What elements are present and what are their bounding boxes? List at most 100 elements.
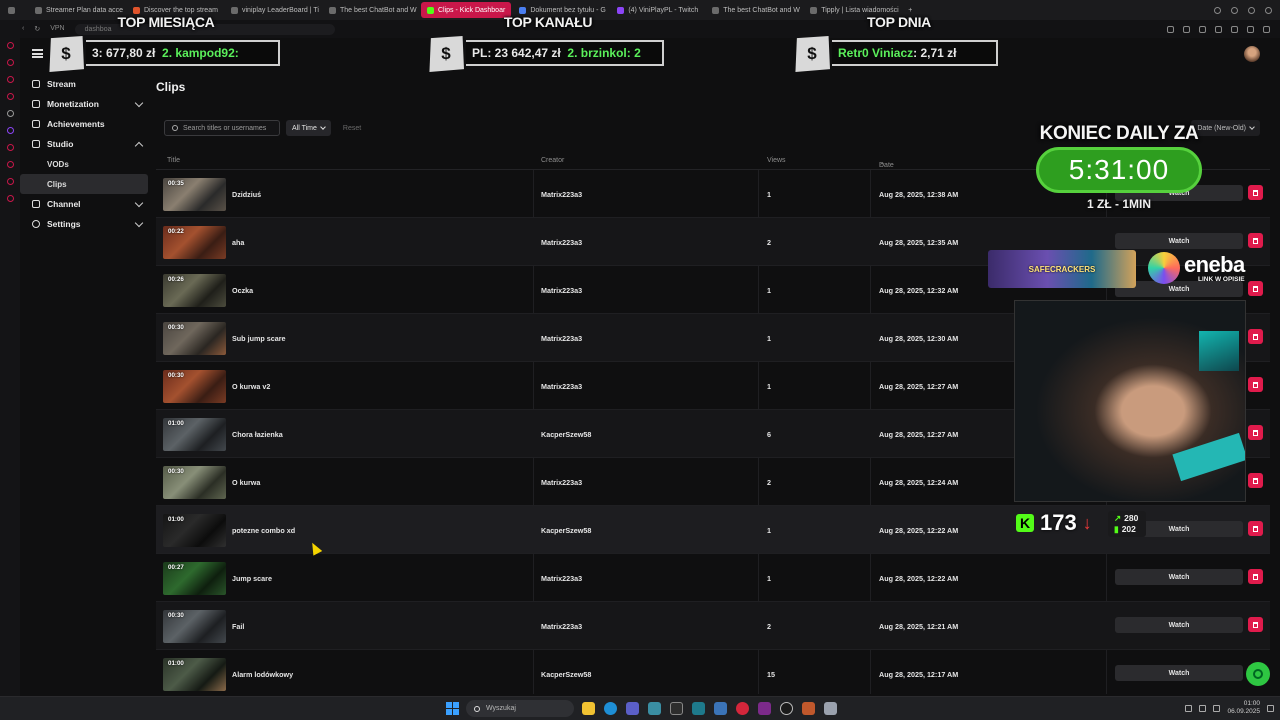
taskbar-search-input[interactable]: Wyszukaj (466, 700, 574, 717)
sidebar-app-icon[interactable] (6, 76, 14, 83)
clip-thumbnail[interactable]: 00:35 (163, 178, 226, 211)
delete-button[interactable] (1248, 233, 1263, 248)
clip-title[interactable]: Jump scare (232, 574, 272, 583)
browser-tab[interactable]: The best ChatBot and W (323, 2, 419, 18)
delete-button[interactable] (1248, 329, 1263, 344)
network-icon[interactable] (1199, 704, 1207, 712)
app-icon[interactable] (670, 702, 683, 715)
edge-icon[interactable] (604, 702, 617, 715)
clip-thumbnail[interactable]: 01:00 (163, 514, 226, 547)
table-row[interactable]: 00:27 Jump scare Matrix223a3 1 Aug 28, 2025,… (156, 554, 1270, 602)
obs-icon[interactable] (780, 702, 793, 715)
sidebar-app-icon[interactable] (6, 42, 14, 49)
sidebar-item-monetization[interactable]: Monetization (20, 94, 148, 114)
sidebar-app-icon[interactable] (6, 195, 14, 202)
sidebar-app-icon[interactable] (6, 178, 14, 185)
extension-icon[interactable] (1248, 6, 1255, 14)
watch-button[interactable]: Watch (1115, 233, 1243, 249)
delete-button[interactable] (1248, 521, 1263, 536)
search-input[interactable]: Search titles or usernames (164, 120, 280, 136)
table-row[interactable]: 01:00 Alarm lodówkowy KacperSzew58 15 Aug 28… (156, 650, 1270, 698)
chevron-up-icon[interactable] (1185, 704, 1193, 712)
delete-button[interactable] (1248, 569, 1263, 584)
windows-start-icon[interactable] (446, 702, 459, 715)
column-views[interactable]: Views (767, 157, 786, 164)
clip-thumbnail[interactable]: 00:30 (163, 322, 226, 355)
volume-icon[interactable] (1213, 704, 1221, 712)
clip-title[interactable]: Oczka (232, 286, 253, 295)
watch-button[interactable]: Watch (1115, 569, 1243, 585)
clip-creator[interactable]: Matrix223a3 (541, 190, 582, 199)
sidebar-item-achievements[interactable]: Achievements (20, 114, 148, 134)
support-chat-button[interactable] (1246, 662, 1270, 686)
sidebar-item-channel[interactable]: Channel (20, 194, 148, 214)
browser-menu-icon[interactable] (0, 2, 27, 18)
clip-creator[interactable]: Matrix223a3 (541, 574, 582, 583)
sidebar-item-vods[interactable]: VODs (20, 154, 148, 174)
reload-icon[interactable]: ↻ (34, 25, 40, 33)
clip-thumbnail[interactable]: 00:30 (163, 610, 226, 643)
sidebar-item-settings[interactable]: Settings (20, 214, 148, 234)
clip-thumbnail[interactable]: 00:30 (163, 466, 226, 499)
clip-title[interactable]: Dzidziuś (232, 190, 261, 199)
clip-thumbnail[interactable]: 00:27 (163, 562, 226, 595)
app-icon[interactable] (648, 702, 661, 715)
notifications-icon[interactable] (1267, 704, 1274, 712)
notepad-icon[interactable] (824, 702, 837, 715)
delete-button[interactable] (1248, 185, 1263, 200)
clip-creator[interactable]: KacperSzew58 (541, 526, 591, 535)
sidebar-app-icon[interactable] (6, 110, 14, 117)
app-icon[interactable] (802, 702, 815, 715)
delete-button[interactable] (1248, 473, 1263, 488)
table-row[interactable]: 00:30 Fail Matrix223a3 2 Aug 28, 2025, 12:21… (156, 602, 1270, 650)
sidebar-app-icon[interactable] (6, 161, 14, 168)
app-icon[interactable] (758, 702, 771, 715)
clip-creator[interactable]: KacperSzew58 (541, 670, 591, 679)
clip-creator[interactable]: Matrix223a3 (541, 286, 582, 295)
hamburger-menu-icon[interactable] (32, 49, 43, 58)
clip-creator[interactable]: Matrix223a3 (541, 622, 582, 631)
clip-creator[interactable]: Matrix223a3 (541, 478, 582, 487)
wallet-icon[interactable] (1183, 25, 1190, 33)
clip-title[interactable]: aha (232, 238, 244, 247)
mail-icon[interactable] (714, 702, 727, 715)
clip-title[interactable]: Alarm lodówkowy (232, 670, 293, 679)
file-explorer-icon[interactable] (582, 702, 595, 715)
play-icon[interactable] (1215, 25, 1222, 33)
browser-tab[interactable]: The best ChatBot and W (706, 2, 802, 18)
sidebar-app-icon[interactable] (6, 59, 14, 66)
clip-title[interactable]: O kurwa (232, 478, 260, 487)
teams-icon[interactable] (626, 702, 639, 715)
clip-thumbnail[interactable]: 00:26 (163, 274, 226, 307)
download-icon[interactable] (1247, 25, 1254, 33)
watch-button[interactable]: Watch (1115, 665, 1243, 681)
clip-title[interactable]: potezne combo xd (232, 526, 295, 535)
settings-icon[interactable] (1263, 25, 1270, 33)
sidebar-app-icon[interactable] (6, 144, 14, 151)
sidebar-app-icon[interactable] (6, 93, 14, 100)
table-row[interactable]: 01:00 potezne combo xd KacperSzew58 1 Aug 28… (156, 506, 1270, 554)
sidebar-item-stream[interactable]: Stream (20, 74, 148, 94)
avatar[interactable] (1244, 46, 1260, 62)
clip-creator[interactable]: Matrix223a3 (541, 238, 582, 247)
clip-creator[interactable]: Matrix223a3 (541, 334, 582, 343)
download-icon[interactable] (1265, 6, 1272, 14)
clip-creator[interactable]: Matrix223a3 (541, 382, 582, 391)
taskbar-clock[interactable]: 01:00 06.09.2025 (1227, 700, 1260, 716)
delete-button[interactable] (1248, 377, 1263, 392)
column-title[interactable]: Title (167, 157, 180, 164)
clip-title[interactable]: Fail (232, 622, 244, 631)
clip-thumbnail[interactable]: 01:00 (163, 658, 226, 691)
heart-icon[interactable] (1231, 25, 1238, 33)
bookmark-icon[interactable] (1167, 25, 1174, 33)
watch-button[interactable]: Watch (1115, 617, 1243, 633)
time-filter-select[interactable]: All Time (286, 120, 331, 136)
sidebar-app-icon[interactable] (6, 127, 14, 134)
clip-thumbnail[interactable]: 00:22 (163, 226, 226, 259)
vs-code-icon[interactable] (692, 702, 705, 715)
sidebar-item-studio[interactable]: Studio (20, 134, 148, 154)
delete-button[interactable] (1248, 425, 1263, 440)
clip-thumbnail[interactable]: 00:30 (163, 370, 226, 403)
sidebar-item-clips[interactable]: Clips (20, 174, 148, 194)
clip-thumbnail[interactable]: 01:00 (163, 418, 226, 451)
